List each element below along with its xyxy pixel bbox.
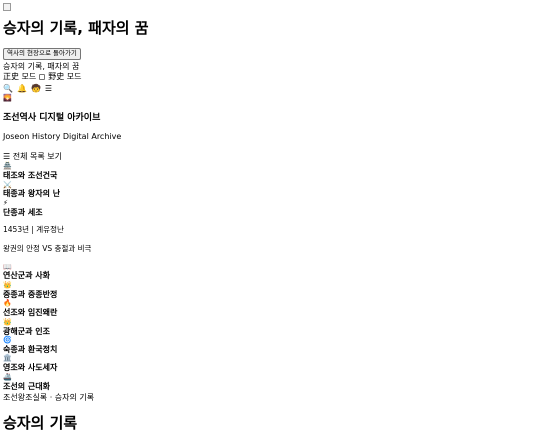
archive-subtitle: Joseon History Digital Archive — [3, 132, 122, 142]
swords-icon: ⚔️ — [3, 180, 12, 189]
nav-item-jungjong[interactable]: 👑 중종과 중종반정 — [3, 281, 540, 299]
fire-icon: 🔥 — [3, 299, 12, 308]
sidebar-footer: 조선왕조실록 · 승자의 기록 — [3, 393, 95, 403]
bell-icon[interactable]: 🔔 — [17, 84, 27, 94]
nav-item-yeonsan[interactable]: 📖 연산군과 사화 — [3, 263, 540, 281]
nav-item-yeongjo[interactable]: 🏛️ 영조와 사도세자 — [3, 354, 540, 372]
nav-item-label: 선조와 임진왜란 — [3, 308, 58, 318]
nav-item-label: 단종과 세조 — [3, 207, 43, 217]
nav-item-label: 태조와 조선건국 — [3, 170, 58, 180]
back-to-history-button[interactable]: 역사의 현장으로 돌아가기 — [3, 48, 81, 60]
subtitle-text: 승자의 기록, 패자의 꿈 — [3, 61, 80, 71]
mode-unofficial-label[interactable]: 野史 모드 — [48, 72, 81, 82]
nav-item-label: 태종과 왕자의 난 — [3, 189, 61, 199]
nav-item-label: 연산군과 사화 — [3, 271, 50, 281]
child-avatar-icon[interactable]: 🧒 — [31, 84, 41, 94]
book-icon: 📖 — [3, 262, 12, 271]
mode-correct-label[interactable]: 正史 모드 — [3, 72, 36, 82]
nav-item-taejong[interactable]: ⚔️ 태종과 왕자의 난 — [3, 181, 540, 199]
nav-item-danjong[interactable]: ⚡ 단종과 세조 — [3, 199, 540, 217]
search-icon[interactable]: 🔍 — [3, 84, 13, 94]
nav-item-sukjong[interactable]: 🌀 숙종과 환국정치 — [3, 336, 540, 354]
nav-item-label: 중종과 중종반정 — [3, 289, 58, 299]
mode-toggle: 正史 모드 野史 모드 — [3, 72, 540, 82]
broken-image-icon — [3, 3, 11, 11]
nav-item-seonjo[interactable]: 🔥 선조와 임진왜란 — [3, 299, 540, 317]
menu-icon[interactable]: ☰ — [45, 84, 52, 94]
cyclone-icon: 🌀 — [3, 336, 12, 345]
nav-item-label: 숙종과 환국정치 — [3, 344, 58, 354]
nav-item-modernization[interactable]: 🚢 조선의 근대화 — [3, 373, 540, 391]
toc-link[interactable]: ☰ 전체 목록 보기 — [3, 152, 540, 162]
toolbar: 🔍 🔔 🧒 ☰ — [3, 84, 540, 94]
nav-item-label: 영조와 사도세자 — [3, 363, 58, 373]
mode-checkbox[interactable] — [39, 74, 46, 81]
main-heading: 승자의 기록 — [3, 413, 78, 432]
castle-icon: 🏯 — [3, 162, 12, 171]
nav-item-gwanghaegun[interactable]: 👑 광해군과 인조 — [3, 318, 540, 336]
nav-item-label: 조선의 근대화 — [3, 381, 50, 391]
lightning-icon: ⚡ — [3, 198, 8, 207]
sunrise-logo-icon: 🌄 — [3, 93, 12, 102]
nav-list-top: 🏯 태조와 조선건국 ⚔️ 태종과 왕자의 난 ⚡ 단종과 세조 — [3, 162, 540, 217]
crown-icon: 👑 — [3, 281, 12, 290]
palace-icon: 🏛️ — [3, 354, 12, 363]
detail-summary: 왕권의 안정 VS 충절과 비극 — [3, 243, 92, 253]
page-title: 승자의 기록, 패자의 꿈 — [3, 19, 149, 37]
archive-title: 조선역사 디지털 아카이브 — [3, 112, 101, 123]
nav-item-label: 광해군과 인조 — [3, 326, 50, 336]
nav-list-bottom: 📖 연산군과 사화 👑 중종과 중종반정 🔥 선조와 임진왜란 👑 광해군과 인… — [3, 263, 540, 391]
ship-icon: 🚢 — [3, 372, 12, 381]
crown-icon: 👑 — [3, 317, 12, 326]
detail-date: 1453년 | 계유정난 — [3, 225, 64, 235]
nav-item-taejo[interactable]: 🏯 태조와 조선건국 — [3, 162, 540, 180]
page-root: 승자의 기록, 패자의 꿈 역사의 현장으로 돌아가기 승자의 기록, 패자의 … — [0, 0, 540, 432]
